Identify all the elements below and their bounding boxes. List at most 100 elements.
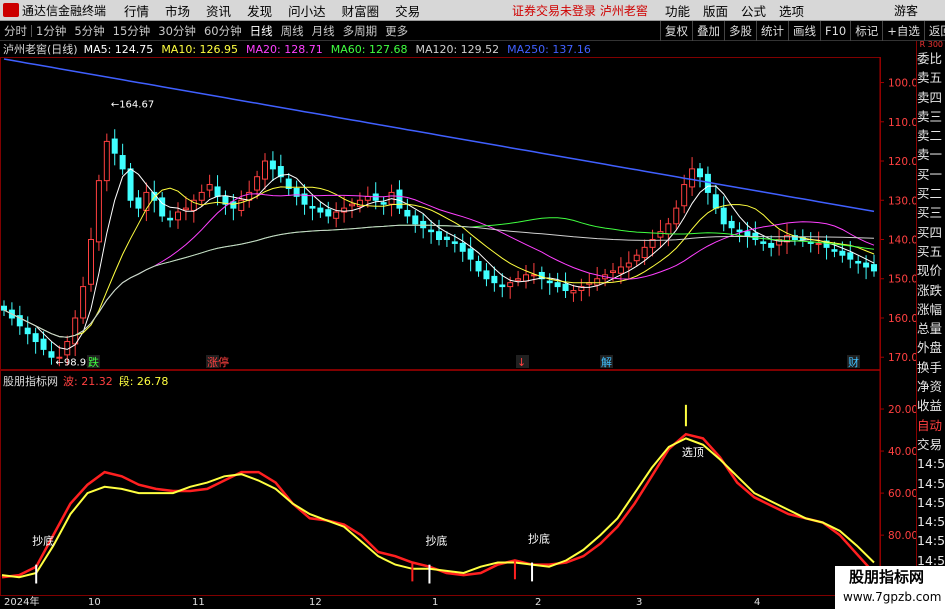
- candle: [483, 270, 490, 280]
- tool-huaxian[interactable]: 画线: [788, 21, 820, 41]
- indicator-frame: [0, 370, 881, 596]
- ma60-label: MA60: 127.68: [330, 42, 408, 56]
- tool-duogu[interactable]: 多股: [724, 21, 756, 41]
- menu-zixun[interactable]: 资讯: [206, 1, 231, 20]
- indicator-tick-label: 40.00: [888, 446, 916, 458]
- candle: [768, 242, 775, 248]
- tool-diejia[interactable]: 叠加: [692, 21, 724, 41]
- y-tick-label: 130.00: [888, 195, 916, 207]
- candle: [689, 168, 696, 188]
- ma250-label: MA250: 137.16: [507, 42, 591, 56]
- signal-label: 抄底: [528, 532, 550, 546]
- tool-f10[interactable]: F10: [820, 21, 850, 41]
- y-tick-label: 100.00: [888, 78, 916, 90]
- menu-banmian[interactable]: 版面: [703, 1, 728, 20]
- menu-faxian[interactable]: 发现: [247, 1, 272, 20]
- login-notice[interactable]: 证券交易未登录 泸州老窖: [512, 2, 648, 19]
- menu-jiaoyi[interactable]: 交易: [395, 1, 420, 20]
- quote-item: 总量: [917, 321, 943, 337]
- period-monthly[interactable]: 月线: [308, 23, 339, 39]
- ma20-label: MA20: 128.71: [246, 42, 323, 56]
- quote-item: 买四: [917, 224, 943, 240]
- watermark-title: 股朋指标网: [849, 568, 925, 586]
- candle: [317, 207, 324, 213]
- quote-item: 买二: [917, 186, 943, 202]
- candle: [657, 231, 664, 238]
- y-tick-label: 110.00: [888, 117, 916, 129]
- period-1min[interactable]: 1分钟: [32, 23, 70, 39]
- menu-shichang[interactable]: 市场: [165, 1, 190, 20]
- kline-chart[interactable]: 170.00 160.00 150.00 140.00 130.00 120.00 110.…: [0, 57, 916, 370]
- candle: [839, 250, 846, 256]
- candle: [562, 283, 569, 292]
- candle: [467, 248, 474, 260]
- candle: [625, 262, 632, 268]
- quote-item: 14:56: [917, 494, 945, 510]
- candle: [1, 305, 7, 311]
- candle: [459, 242, 466, 252]
- high-price-label: ←164.67: [111, 99, 154, 110]
- watermark: 股朋指标网 www.7gpzb.com: [835, 566, 945, 609]
- candle: [736, 229, 743, 233]
- menu-xuanxiang[interactable]: 选项: [779, 1, 804, 20]
- period-fenshi[interactable]: 分时: [0, 23, 31, 39]
- candle: [404, 209, 411, 217]
- period-15min[interactable]: 15分钟: [109, 23, 155, 39]
- period-more[interactable]: 更多: [381, 23, 412, 39]
- y-tick-label: 170.00: [888, 352, 916, 364]
- quote-list: 委比 卖五 卖四 卖三 卖二 卖一 买一 买二 买三 买四 买五 现价 涨跌 涨幅 总量 外盘 换手 净资 收益 自动…: [917, 49, 945, 609]
- quote-item: 净资: [917, 379, 943, 395]
- candle: [475, 260, 482, 272]
- menu-hangqing[interactable]: 行情: [124, 1, 149, 20]
- menu-caifuquan[interactable]: 财富圈: [342, 1, 380, 20]
- candle: [633, 254, 640, 262]
- period-5min[interactable]: 5分钟: [70, 23, 108, 39]
- quote-item: 涨跌: [917, 282, 943, 298]
- candle: [610, 270, 616, 273]
- tool-fanhui[interactable]: 返回: [923, 21, 945, 41]
- candle: [135, 197, 142, 209]
- stock-title[interactable]: 泸州老窖(日线): [3, 41, 78, 57]
- tool-zixuan[interactable]: +自选: [882, 21, 924, 41]
- candle: [673, 207, 680, 225]
- period-30min[interactable]: 30分钟: [154, 23, 200, 39]
- ma-legend: 泸州老窖(日线) MA5: 124.75 MA10: 126.95 MA20: …: [0, 41, 880, 57]
- bo-line: [1, 432, 875, 579]
- candle: [507, 282, 514, 288]
- candle: [412, 215, 419, 225]
- event-marker: 解: [601, 355, 612, 369]
- candle: [847, 252, 854, 260]
- candle: [269, 160, 276, 170]
- tool-biaoji[interactable]: 标记: [850, 21, 882, 41]
- menu-gongneng[interactable]: 功能: [665, 1, 690, 20]
- quote-item: 卖一: [917, 147, 943, 163]
- panel-top-label: R 300: [919, 40, 943, 49]
- period-daily[interactable]: 日线: [246, 23, 277, 39]
- time-tick: 3: [636, 597, 643, 608]
- candle: [325, 209, 332, 217]
- indicator-tick-label: 60.00: [888, 488, 916, 500]
- indicator-tick-label: 80.00: [888, 530, 916, 542]
- tool-fuquan[interactable]: 复权: [660, 21, 692, 41]
- quote-item: 外盘: [917, 340, 943, 356]
- candle: [523, 274, 529, 282]
- candle: [665, 223, 672, 235]
- period-multi[interactable]: 多周期: [339, 23, 382, 39]
- candle: [72, 317, 79, 345]
- signal-label: 抄底: [425, 534, 447, 548]
- menu-wenxiaoda[interactable]: 问小达: [288, 1, 326, 20]
- indicator-chart[interactable]: 100.0080.0060.0040.0020.00抄底抄底抄底选顶: [0, 370, 916, 596]
- period-60min[interactable]: 60分钟: [200, 23, 246, 39]
- candle: [309, 206, 316, 209]
- event-marker: 跌: [88, 355, 99, 369]
- quote-item: 收益: [917, 398, 943, 414]
- candle: [443, 236, 450, 241]
- quote-item: 买五: [917, 243, 943, 259]
- period-weekly[interactable]: 周线: [277, 23, 308, 39]
- quote-item: 交易: [917, 436, 943, 452]
- menu-gongshi[interactable]: 公式: [741, 1, 766, 20]
- candle: [744, 231, 751, 237]
- tool-tongji[interactable]: 统计: [756, 21, 788, 41]
- guest-login[interactable]: 游客: [894, 2, 918, 19]
- ma20-line: [3, 193, 875, 338]
